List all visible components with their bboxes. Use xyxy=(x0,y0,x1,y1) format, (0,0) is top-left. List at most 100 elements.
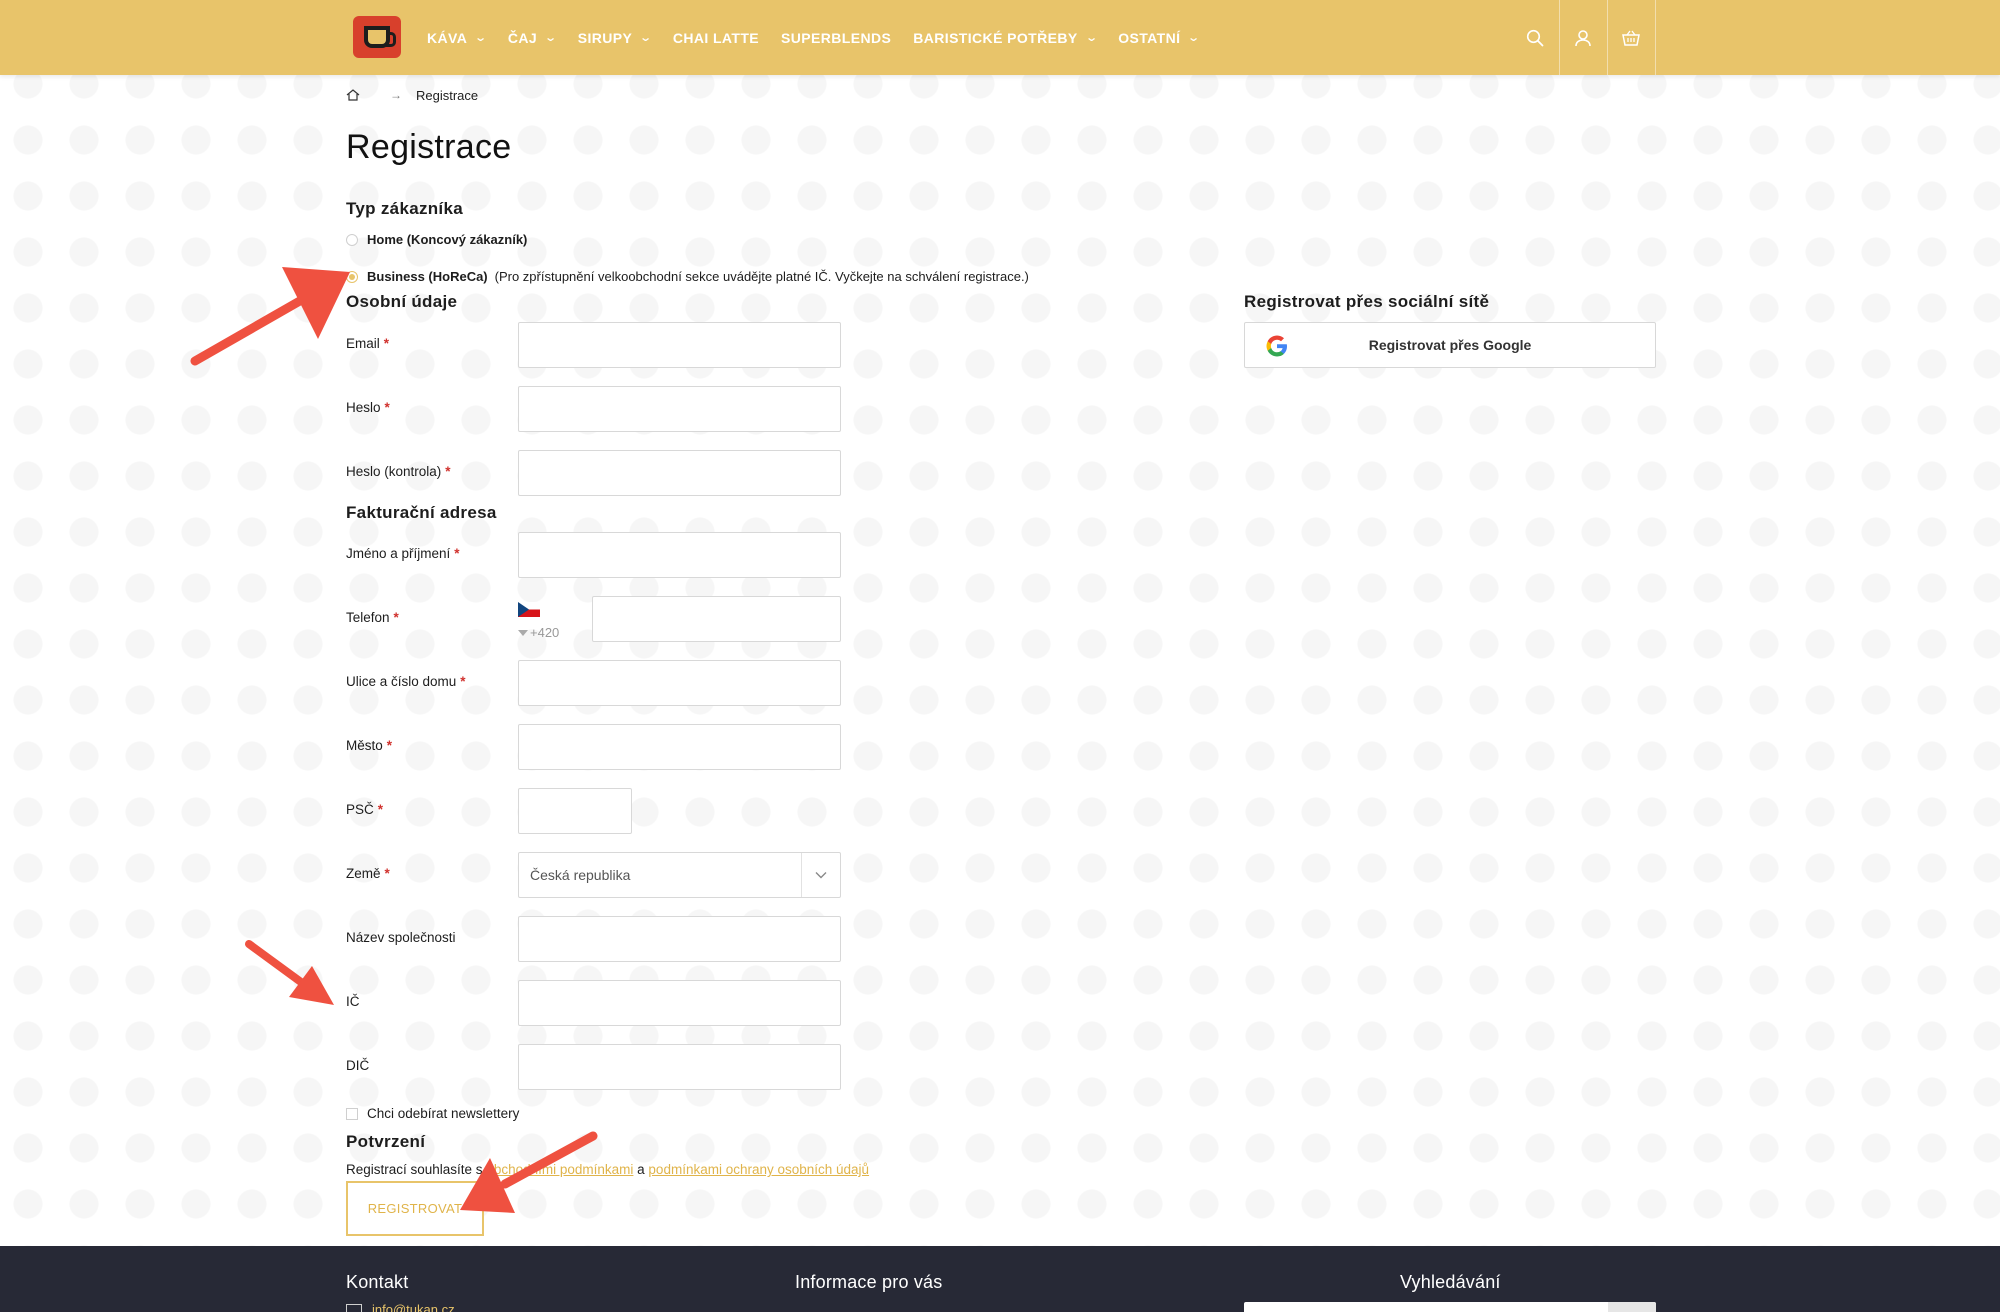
phone-label: Telefon * xyxy=(346,610,399,625)
google-register-button[interactable]: Registrovat přes Google xyxy=(1244,322,1656,368)
city-field[interactable] xyxy=(518,724,841,770)
newsletter-checkbox[interactable] xyxy=(346,1107,358,1120)
top-navigation-bar: KÁVA ⌄ ČAJ ⌄ SIRUPY ⌄ CHAI LATTE SUPERBLEND… xyxy=(0,0,2000,75)
terms-agreement-text: Registrací souhlasíte s obchodními podmí… xyxy=(346,1162,869,1177)
search-icon[interactable] xyxy=(1511,0,1559,75)
name-field[interactable] xyxy=(518,532,841,578)
nav-item-chai-latte[interactable]: CHAI LATTE xyxy=(673,30,759,46)
main-nav: KÁVA ⌄ ČAJ ⌄ SIRUPY ⌄ CHAI LATTE SUPERBLEND… xyxy=(427,0,1221,75)
chevron-down-icon: ⌄ xyxy=(1084,32,1099,44)
password-check-label: Heslo (kontrola) * xyxy=(346,464,451,479)
email-field[interactable] xyxy=(518,322,841,368)
nav-item-ostatni[interactable]: OSTATNÍ ⌄ xyxy=(1118,29,1201,46)
breadcrumb-current: Registrace xyxy=(416,87,479,103)
password-label-text: Heslo xyxy=(346,400,381,415)
nav-item-label: KÁVA xyxy=(427,29,468,46)
basket-icon[interactable] xyxy=(1607,0,1655,75)
ic-label: IČ xyxy=(346,994,360,1009)
agreement-text-middle: a xyxy=(633,1162,649,1177)
dic-field[interactable] xyxy=(518,1044,841,1090)
phone-field[interactable] xyxy=(592,596,841,642)
chevron-down-icon: ⌄ xyxy=(474,32,488,44)
password-field[interactable] xyxy=(518,386,841,432)
arrow-to-ic-field xyxy=(245,940,334,1005)
required-mark: * xyxy=(386,738,393,753)
required-mark: * xyxy=(377,802,384,817)
company-field[interactable] xyxy=(518,916,841,962)
ic-field[interactable] xyxy=(518,980,841,1026)
register-button[interactable]: REGISTROVAT xyxy=(346,1181,484,1236)
billing-heading: Fakturační adresa xyxy=(346,503,497,522)
home-icon[interactable] xyxy=(346,89,360,101)
business-radio-label: Business (HoReCa) xyxy=(367,269,488,284)
personal-heading: Osobní údaje xyxy=(346,292,458,311)
required-mark: * xyxy=(383,336,390,351)
footer-search-input[interactable] xyxy=(1244,1302,1656,1312)
nav-item-label: OSTATNÍ xyxy=(1118,29,1181,46)
footer-email-text: info@tukan.cz xyxy=(372,1302,455,1312)
business-radio[interactable] xyxy=(346,270,358,283)
nav-item-caj[interactable]: ČAJ ⌄ xyxy=(507,29,558,46)
name-label: Jméno a příjmení * xyxy=(346,546,460,561)
confirmation-heading: Potvrzení xyxy=(346,1132,426,1151)
privacy-link[interactable]: podmínkami ochrany osobních údajů xyxy=(648,1162,869,1177)
company-label: Název společnosti xyxy=(346,930,456,945)
user-icon[interactable] xyxy=(1559,0,1607,75)
phone-label-text: Telefon xyxy=(346,610,390,625)
email-label: Email * xyxy=(346,336,389,351)
nav-item-label: SIRUPY xyxy=(577,29,633,46)
nav-item-sirupy[interactable]: SIRUPY ⌄ xyxy=(577,29,653,46)
zip-field[interactable] xyxy=(518,788,632,834)
required-mark: * xyxy=(460,674,466,689)
page-title: Registrace xyxy=(346,128,512,166)
phone-prefix: +420 xyxy=(518,625,559,640)
newsletter-option[interactable]: Chci odebírat newslettery xyxy=(346,1106,519,1121)
required-mark: * xyxy=(454,546,460,561)
phone-country-select[interactable]: +420 xyxy=(518,601,578,641)
terms-link[interactable]: obchodními podmínkami xyxy=(486,1162,633,1177)
social-heading: Registrovat přes sociální sítě xyxy=(1244,292,1490,311)
nav-item-superblends[interactable]: SUPERBLENDS xyxy=(781,30,891,46)
required-mark: * xyxy=(384,866,390,881)
country-select[interactable]: Česká republika xyxy=(518,852,841,898)
name-label-text: Jméno a příjmení xyxy=(346,546,451,561)
nav-item-label: CHAI LATTE xyxy=(672,29,760,46)
czech-flag-icon xyxy=(518,602,540,617)
required-mark: * xyxy=(393,610,399,625)
arrow-to-business-option xyxy=(190,267,350,366)
password-label: Heslo * xyxy=(346,400,390,415)
chevron-down-icon: ⌄ xyxy=(544,32,558,44)
footer xyxy=(0,1246,2000,1312)
nav-item-kava[interactable]: KÁVA ⌄ xyxy=(427,29,488,46)
nav-item-label: BARISTICKÉ POTŘEBY xyxy=(913,29,1078,46)
street-field[interactable] xyxy=(518,660,841,706)
password-check-field[interactable] xyxy=(518,450,841,496)
caret-down-icon xyxy=(518,629,528,636)
footer-email-link[interactable]: info@tukan.cz xyxy=(346,1302,455,1312)
required-mark: * xyxy=(445,464,451,479)
breadcrumb-separator: → xyxy=(390,88,402,102)
nav-item-baristicke-potreby[interactable]: BARISTICKÉ POTŘEBY ⌄ xyxy=(913,29,1099,46)
footer-search-heading: Vyhledávání xyxy=(1400,1272,1501,1292)
nav-item-label: ČAJ xyxy=(507,29,538,46)
header-divider xyxy=(1655,0,1656,75)
country-label: Země * xyxy=(346,866,390,881)
customer-type-home-option[interactable]: Home (Koncový zákazník) xyxy=(346,232,527,247)
chevron-down-icon: ⌄ xyxy=(1187,32,1201,44)
customer-type-business-option[interactable]: Business (HoReCa) (Pro zpřístupnění velk… xyxy=(346,269,1029,284)
chevron-down-icon[interactable] xyxy=(801,853,840,897)
home-radio[interactable] xyxy=(346,233,358,246)
google-icon xyxy=(1266,335,1287,357)
zip-label-text: PSČ xyxy=(346,802,374,817)
required-mark: * xyxy=(384,400,390,415)
agreement-text-before: Registrací souhlasíte s xyxy=(346,1162,487,1177)
street-label: Ulice a číslo domu * xyxy=(346,674,466,689)
nav-item-label: SUPERBLENDS xyxy=(781,29,892,46)
password-check-label-text: Heslo (kontrola) xyxy=(346,464,442,479)
street-label-text: Ulice a číslo domu xyxy=(346,674,457,689)
city-label-text: Město xyxy=(346,738,383,753)
footer-info-heading: Informace pro vás xyxy=(795,1272,943,1292)
newsletter-label: Chci odebírat newslettery xyxy=(367,1106,520,1121)
footer-search-button[interactable] xyxy=(1608,1302,1656,1312)
coffee-cup-logo-icon[interactable] xyxy=(353,16,401,58)
